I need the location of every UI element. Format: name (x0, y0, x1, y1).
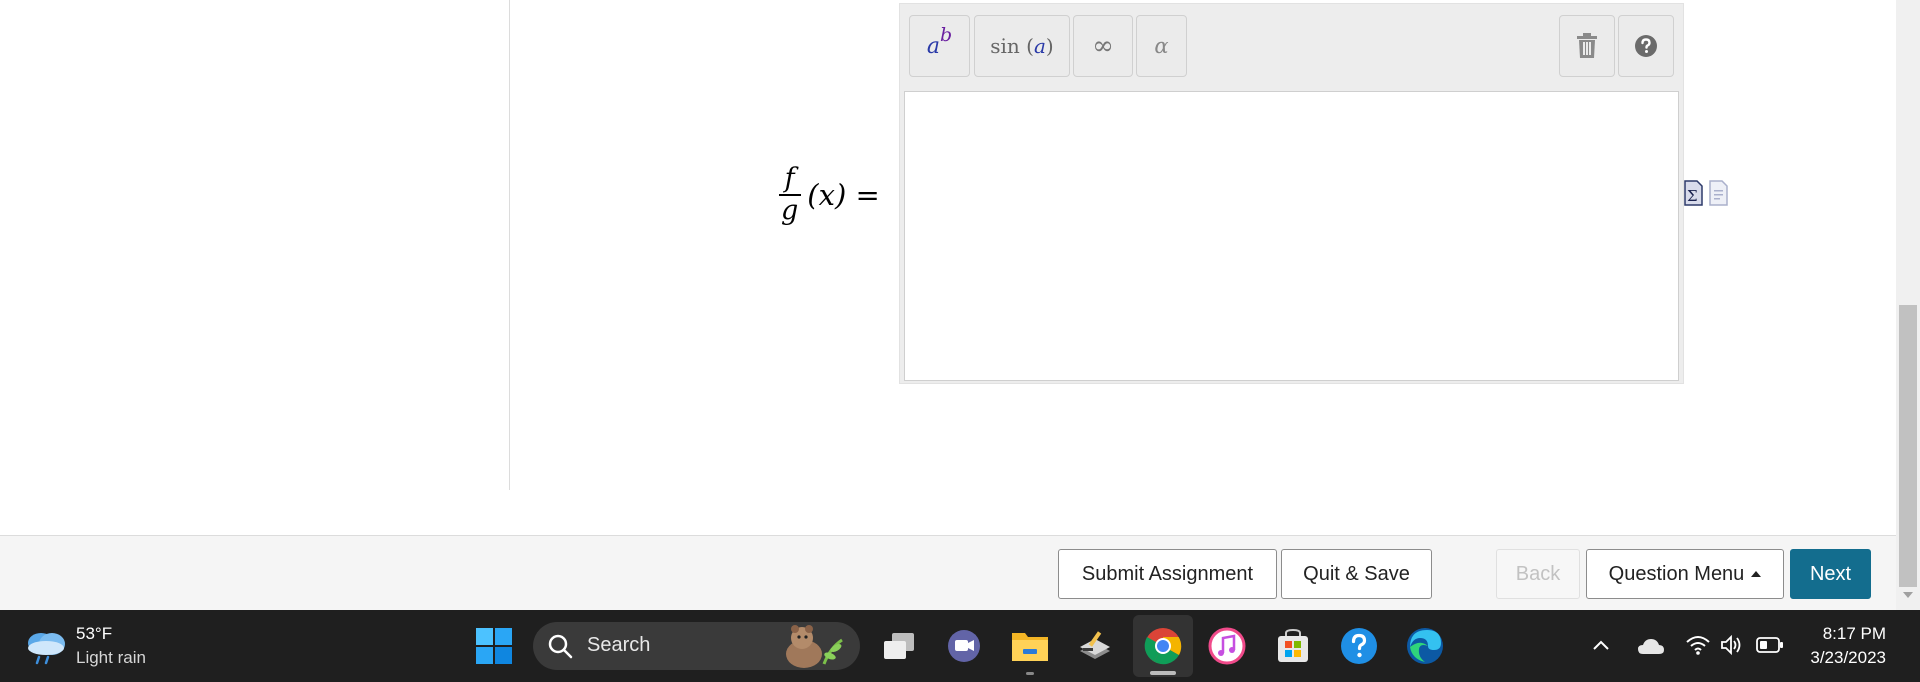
volume-icon[interactable] (1720, 634, 1744, 656)
microsoft-store-button[interactable] (1271, 624, 1315, 668)
caret-up-icon (1751, 571, 1762, 577)
running-indicator (1026, 672, 1034, 675)
scrollbar-thumb[interactable] (1899, 305, 1917, 587)
fraction-denominator: g (781, 195, 799, 226)
get-help-button[interactable] (1337, 624, 1381, 668)
weather-description[interactable]: Light rain (76, 648, 146, 668)
help-icon (1635, 35, 1657, 57)
clock-date[interactable]: 3/23/2023 (1790, 648, 1886, 668)
assignment-content: f g (x) = ab sin (a) ∞ α Σ (0, 0, 1896, 535)
fraction: f g (778, 164, 801, 226)
math-editor: ab sin (a) ∞ α (899, 3, 1684, 384)
page-scrollbar[interactable] (1896, 0, 1920, 610)
question-menu-button[interactable]: Question Menu (1586, 549, 1784, 599)
exponent-base: a (926, 33, 940, 59)
folder-icon (1012, 633, 1048, 661)
weather-temperature[interactable]: 53°F (76, 624, 112, 644)
function-argument: (x) = (807, 178, 880, 212)
task-view-icon (884, 633, 914, 659)
onedrive-cloud-icon[interactable] (1637, 636, 1665, 656)
assignment-footer: Submit Assignment Quit & Save Back Quest… (0, 535, 1896, 610)
alpha-symbol: α (1154, 34, 1169, 58)
equation-editor-icon[interactable]: Σ (1684, 180, 1703, 206)
itunes-button[interactable] (1205, 624, 1249, 668)
start-button[interactable] (472, 624, 516, 668)
search-label: Search (587, 634, 651, 656)
answer-input-area[interactable] (904, 91, 1679, 381)
taskbar-search[interactable]: Search (533, 622, 860, 670)
scroll-down-arrow-icon[interactable] (1903, 592, 1913, 598)
sin-label: sin (990, 34, 1020, 58)
exponent-template-button[interactable]: ab (909, 15, 970, 77)
infinity-symbol-button[interactable]: ∞ (1073, 15, 1133, 77)
infinity-symbol: ∞ (1092, 31, 1114, 61)
windows-logo-icon (476, 628, 512, 664)
clock-time[interactable]: 8:17 PM (1800, 624, 1886, 644)
chat-icon (948, 630, 980, 662)
sin-paren: ( (1019, 34, 1034, 58)
sin-argument: a (1033, 34, 1046, 58)
greek-letters-button[interactable]: α (1136, 15, 1187, 77)
function-label: f g (x) = (778, 160, 880, 230)
rain-cloud-icon[interactable] (24, 624, 70, 666)
document-icon[interactable] (1709, 180, 1728, 206)
search-highlight-icon (786, 625, 843, 668)
svg-text:Σ: Σ (1687, 187, 1698, 205)
chevron-up-icon[interactable] (1590, 634, 1612, 656)
file-explorer-button[interactable] (1008, 624, 1052, 668)
question-menu-label: Question Menu (1608, 562, 1745, 585)
editor-side-icons: Σ (1684, 180, 1728, 206)
edge-button[interactable] (1403, 624, 1447, 668)
sin-paren-close: ) (1045, 34, 1054, 58)
trash-icon (1577, 33, 1597, 58)
edge-icon (1407, 628, 1443, 664)
active-app-indicator (1150, 671, 1176, 675)
teams-chat-button[interactable] (942, 624, 986, 668)
search-icon (548, 634, 573, 659)
exponent-power: b (939, 24, 953, 46)
paint-brush-icon (1080, 631, 1110, 659)
function-template-button[interactable]: sin (a) (974, 15, 1070, 77)
chrome-icon (1144, 628, 1182, 665)
store-icon (1278, 628, 1308, 662)
app-button[interactable] (1073, 624, 1117, 668)
column-divider (509, 0, 510, 490)
back-button[interactable]: Back (1496, 549, 1580, 599)
wifi-icon[interactable] (1685, 634, 1711, 656)
fraction-numerator: f (784, 163, 795, 194)
help-circle-icon (1341, 628, 1377, 664)
battery-icon[interactable] (1756, 636, 1784, 654)
windows-taskbar: 53°F Light rain Search 8:17 PM 3/23/2023 (0, 610, 1920, 682)
task-view-button[interactable] (877, 624, 921, 668)
next-button[interactable]: Next (1790, 549, 1871, 599)
music-icon (1208, 627, 1246, 665)
clear-button[interactable] (1559, 15, 1615, 77)
chrome-button[interactable] (1141, 624, 1185, 668)
quit-save-button[interactable]: Quit & Save (1281, 549, 1432, 599)
submit-assignment-button[interactable]: Submit Assignment (1058, 549, 1277, 599)
help-button[interactable] (1618, 15, 1674, 77)
